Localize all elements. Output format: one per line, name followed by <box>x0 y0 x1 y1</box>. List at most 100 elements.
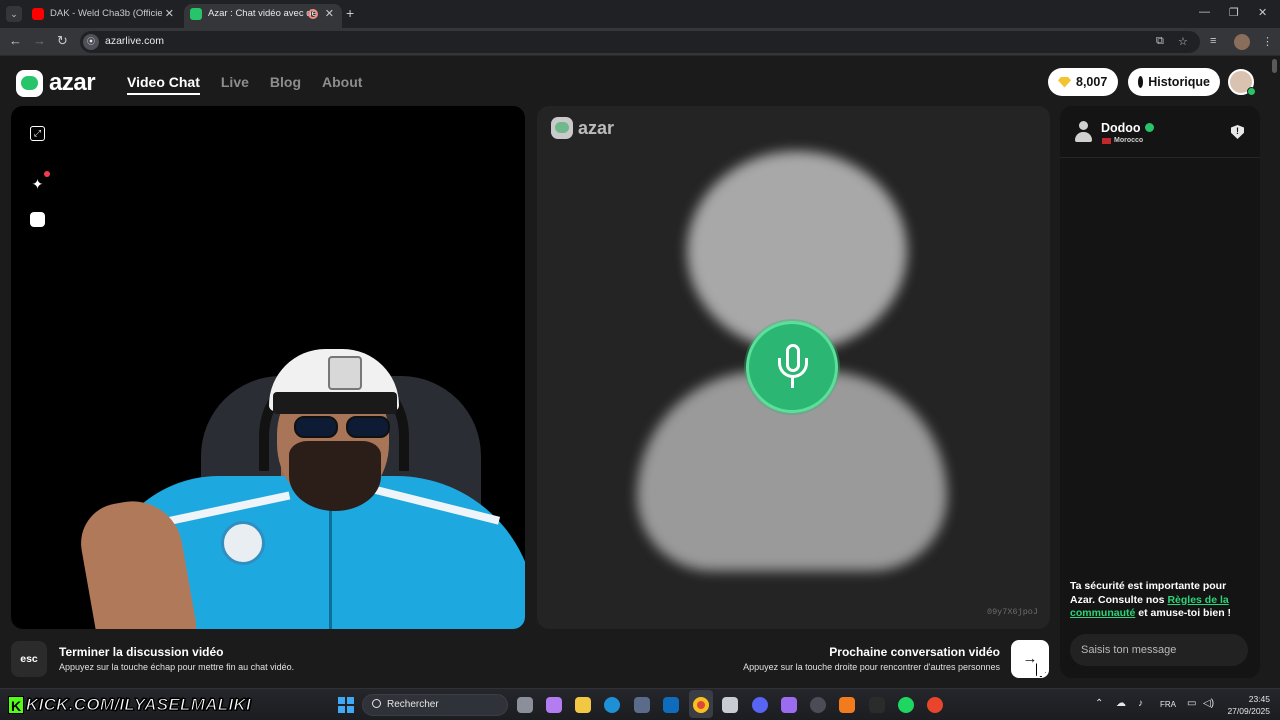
gems-count: 8,007 <box>1076 75 1108 89</box>
chat-panel: Dodoo Morocco ! Ta sécurité est importan… <box>1060 106 1260 678</box>
system-clock[interactable]: 23:45 27/09/2025 <box>1218 693 1270 717</box>
nav-live[interactable]: Live <box>221 74 249 95</box>
nav-about[interactable]: About <box>322 74 362 95</box>
face-filter-icon[interactable] <box>30 212 45 227</box>
cloud-icon[interactable]: ☁ <box>1116 698 1126 709</box>
language-indicator[interactable]: FRA <box>1160 700 1176 709</box>
morocco-flag-icon <box>1102 138 1111 144</box>
session-id: 09y7X6jpoJ <box>986 607 1038 617</box>
partner-country: Morocco <box>1114 137 1144 144</box>
history-button[interactable]: Historique <box>1128 68 1220 96</box>
azar-watermark-icon <box>551 117 573 139</box>
chrome-icon[interactable] <box>693 697 709 713</box>
browser-tab-strip: ⌄ DAK - Weld Cha3b (Officiel Mu ✕ Azar :… <box>0 0 1280 28</box>
minimize-icon[interactable]: — <box>1199 6 1210 18</box>
menu-icon[interactable]: ⋮ <box>1262 35 1273 48</box>
address-toolbar: ← → ↻ ⦿ azarlive.com ⧉ ☆ ≡ ⋮ <box>0 28 1280 56</box>
outlook-icon[interactable] <box>663 697 679 713</box>
nav-video-chat[interactable]: Video Chat <box>127 74 200 95</box>
user-avatar[interactable] <box>1228 69 1256 96</box>
install-app-icon[interactable]: ⧉ <box>1156 35 1164 48</box>
partner-name[interactable]: Dodoo <box>1101 121 1141 135</box>
game-controller-icon[interactable] <box>781 697 797 713</box>
remote-video: azar 09y7X6jpoJ <box>537 106 1050 629</box>
safety-notice: Ta sécurité est importante pour Azar. Co… <box>1070 580 1252 621</box>
back-icon[interactable]: ← <box>9 34 22 48</box>
restore-icon[interactable]: ❐ <box>1229 6 1239 19</box>
logo-text: azar <box>49 69 96 96</box>
tab-search-chevron-icon[interactable]: ⌄ <box>6 6 22 22</box>
windows-start-icon[interactable] <box>338 697 354 713</box>
tab-azar[interactable]: Azar : Chat vidéo avec de n ✕ <box>184 4 342 28</box>
discord-icon[interactable] <box>752 697 768 713</box>
spotify-icon[interactable] <box>898 697 914 713</box>
tab-title: Azar : Chat vidéo avec de n <box>208 8 320 19</box>
scrollbar[interactable] <box>1272 59 1277 73</box>
chat-header: Dodoo Morocco ! <box>1060 106 1260 158</box>
azar-logo[interactable]: azar <box>16 69 96 97</box>
report-shield-icon[interactable]: ! <box>1231 125 1244 139</box>
gems-balance-button[interactable]: 8,007 <box>1048 68 1118 96</box>
gem-icon <box>1058 76 1071 88</box>
message-input[interactable] <box>1070 634 1248 666</box>
omnibox[interactable]: ⦿ azarlive.com ⧉ ☆ <box>80 31 1200 53</box>
sunglasses <box>294 416 390 438</box>
online-status-icon <box>1247 87 1256 96</box>
azar-icon <box>190 8 202 20</box>
store-icon[interactable] <box>634 697 650 713</box>
safety-text-end: et amuse-toi bien ! <box>1135 607 1232 619</box>
network-icon[interactable]: ▭ <box>1187 698 1196 709</box>
close-tab-icon[interactable]: ✕ <box>325 4 334 24</box>
reload-icon[interactable]: ↻ <box>57 34 68 48</box>
recording-icon <box>308 9 318 19</box>
end-chat-subtitle: Appuyez sur la touche échap pour mettre … <box>59 662 295 672</box>
expand-icon[interactable]: ⤢ <box>30 126 45 141</box>
tab-title: DAK - Weld Cha3b (Officiel Mu <box>50 8 162 19</box>
verified-icon <box>1145 123 1154 132</box>
notification-dot <box>44 171 50 177</box>
app-a-icon[interactable] <box>839 697 855 713</box>
volume-icon[interactable]: ◁) <box>1203 698 1214 709</box>
local-video: ⤢ ✦ <box>11 106 525 629</box>
close-tab-icon[interactable]: ✕ <box>165 4 174 24</box>
tab-youtube[interactable]: DAK - Weld Cha3b (Officiel Mu ✕ <box>26 4 182 28</box>
jacket-badge <box>221 521 265 565</box>
microphone-icon <box>746 321 838 413</box>
media-control-icon[interactable]: ≡ <box>1210 35 1216 47</box>
sparkle-effects-icon[interactable]: ✦ <box>30 177 45 192</box>
profile-avatar[interactable] <box>1234 34 1250 50</box>
nav-blog[interactable]: Blog <box>270 74 301 95</box>
recorder-icon[interactable] <box>927 697 943 713</box>
cap-brim <box>273 392 397 414</box>
history-label: Historique <box>1148 75 1210 89</box>
task-view-icon[interactable] <box>517 697 533 713</box>
close-window-icon[interactable]: ✕ <box>1258 6 1267 19</box>
windows-taskbar: K KICK.COM/ILYASELMALIKI Rechercher ⌃ ☁ … <box>0 688 1280 720</box>
forward-icon[interactable]: → <box>33 34 46 48</box>
azar-app: azar Video Chat Live Blog About 8,007 Hi… <box>0 57 1280 688</box>
tray-overflow-icon[interactable]: ⌃ <box>1095 698 1103 709</box>
site-info-icon[interactable]: ⦿ <box>83 34 99 50</box>
end-chat-title: Terminer la discussion vidéo <box>59 645 224 659</box>
url-text[interactable]: azarlive.com <box>105 35 164 47</box>
taskbar-search[interactable]: Rechercher <box>362 694 508 716</box>
cap-logo <box>328 356 362 390</box>
end-chat-button[interactable]: esc <box>11 641 47 677</box>
kick-overlay: K KICK.COM/ILYASELMALIKI <box>8 694 251 716</box>
file-explorer-icon[interactable] <box>575 697 591 713</box>
new-tab-button[interactable]: + <box>346 6 354 20</box>
copilot-icon[interactable] <box>546 697 562 713</box>
steam-icon[interactable] <box>810 697 826 713</box>
inbox-icon[interactable] <box>722 697 738 713</box>
search-placeholder: Rechercher <box>387 699 439 710</box>
search-icon <box>372 699 381 708</box>
edge-icon[interactable] <box>604 697 620 713</box>
app-feather-icon[interactable] <box>869 697 885 713</box>
clock-icon <box>1138 76 1146 88</box>
jacket-zipper <box>329 506 332 629</box>
bookmark-star-icon[interactable]: ☆ <box>1178 35 1188 48</box>
next-chat-title: Prochaine conversation vidéo <box>829 645 1000 659</box>
microphone-tray-icon[interactable]: ♪ <box>1138 698 1143 709</box>
partner-avatar-icon[interactable] <box>1074 121 1092 143</box>
youtube-icon <box>32 8 44 20</box>
